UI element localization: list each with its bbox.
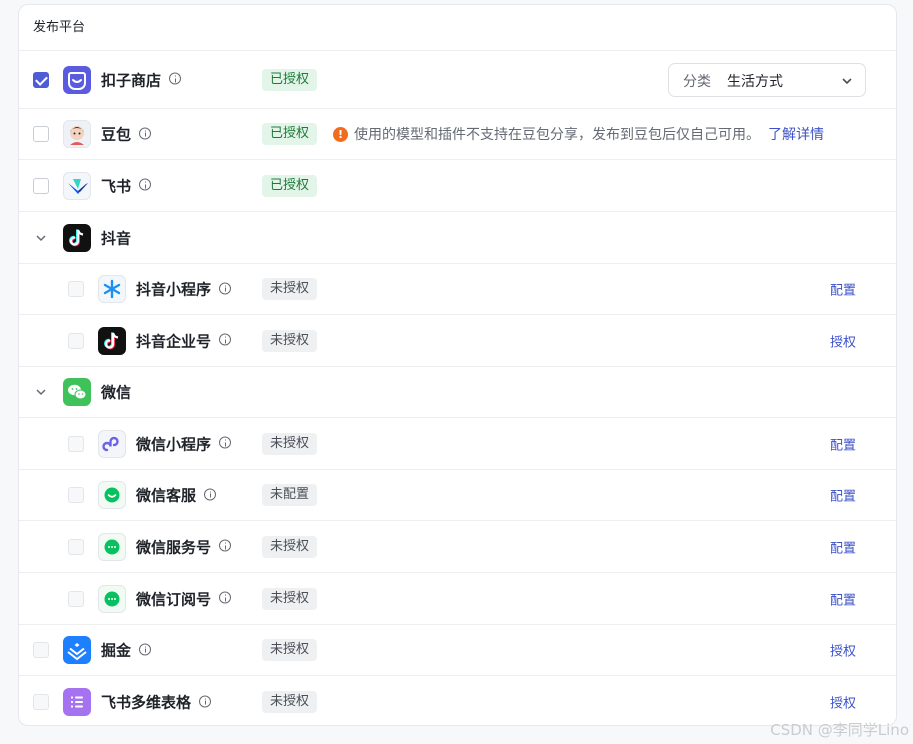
platform-name: 微信客服 xyxy=(136,485,217,506)
status-badge: 未授权 xyxy=(262,329,318,352)
status-badge: 未授权 xyxy=(262,535,318,558)
bitable-logo-icon xyxy=(63,688,91,716)
category-select-value: 生活方式 xyxy=(727,73,783,90)
douyin-miniapp-logo-icon xyxy=(98,275,126,303)
platform-name: 微信小程序 xyxy=(136,433,232,454)
platform-row-doubao: 豆包 已授权 ! 使用的模型和插件不支持在豆包分享，发布到豆包后仅自己可用。 了解详… xyxy=(19,109,896,160)
info-icon[interactable] xyxy=(139,178,152,191)
bitable-checkbox[interactable] xyxy=(33,694,49,710)
doubao-logo-icon xyxy=(63,120,91,148)
douyin-logo-icon xyxy=(98,326,126,355)
wechat-miniapp-logo-icon xyxy=(98,429,126,458)
wechat-subscription-checkbox[interactable] xyxy=(68,590,84,607)
warning-text: 使用的模型和插件不支持在豆包分享，发布到豆包后仅自己可用。 xyxy=(354,127,760,143)
platform-row-douyin-miniapp: 抖音小程序 未授权 配置 xyxy=(19,264,896,315)
configure-button[interactable]: 配置 xyxy=(830,434,856,453)
status-badge: 未授权 xyxy=(262,587,318,610)
douyin-miniapp-checkbox[interactable] xyxy=(68,281,84,297)
info-icon[interactable] xyxy=(139,127,152,139)
info-icon[interactable] xyxy=(219,591,232,604)
platform-name: 扣子商店 xyxy=(101,69,182,90)
chevron-down-icon[interactable] xyxy=(35,386,47,398)
watermark: CSDN @李同学Lino xyxy=(770,721,909,739)
platform-group-douyin[interactable]: 抖音 xyxy=(19,212,896,264)
platform-row-store: 扣子商店 已授权 分类 生活方式 xyxy=(19,51,896,109)
store-checkbox[interactable] xyxy=(33,71,49,88)
platform-row-douyin-enterprise: 抖音企业号 未授权 授权 xyxy=(19,315,896,367)
platform-name: 抖音小程序 xyxy=(136,279,232,300)
platform-name: 微信服务号 xyxy=(136,536,232,557)
douyin-logo-icon xyxy=(63,223,91,252)
doubao-warning: ! 使用的模型和插件不支持在豆包分享，发布到豆包后仅自己可用。 了解详情 xyxy=(333,124,824,144)
info-icon[interactable] xyxy=(219,539,232,552)
kouzi-store-logo-icon xyxy=(63,65,91,94)
doubao-checkbox[interactable] xyxy=(33,126,49,142)
juejin-logo-icon xyxy=(63,636,91,664)
wechat-miniapp-checkbox[interactable] xyxy=(68,435,84,452)
wechat-official-service-checkbox[interactable] xyxy=(68,538,84,555)
wechat-service-checkbox[interactable] xyxy=(68,487,84,503)
feishu-logo-icon xyxy=(63,171,91,200)
status-badge: 未授权 xyxy=(262,432,318,455)
feishu-checkbox[interactable] xyxy=(33,177,49,194)
status-badge: 未授权 xyxy=(262,278,318,300)
platform-name: 微信订阅号 xyxy=(136,588,232,609)
platform-row-wechat-official-service: 微信服务号 未授权 配置 xyxy=(19,521,896,573)
authorize-button[interactable]: 授权 xyxy=(830,331,856,350)
platform-row-feishu: 飞书 已授权 xyxy=(19,160,896,212)
configure-button[interactable]: 配置 xyxy=(830,280,856,299)
platform-group-wechat[interactable]: 微信 xyxy=(19,367,896,418)
status-badge: 未配置 xyxy=(262,484,318,506)
chevron-down-icon[interactable] xyxy=(35,232,47,244)
platform-row-juejin: 掘金 未授权 授权 xyxy=(19,625,896,676)
info-icon[interactable] xyxy=(139,643,152,655)
platform-name: 微信 xyxy=(101,383,132,402)
platform-name: 抖音 xyxy=(101,229,132,247)
wechat-logo-icon xyxy=(63,378,91,406)
authorize-button[interactable]: 授权 xyxy=(830,693,856,712)
info-icon[interactable] xyxy=(169,72,182,85)
info-icon[interactable] xyxy=(199,695,212,707)
configure-button[interactable]: 配置 xyxy=(830,486,856,505)
learn-more-link[interactable]: 了解详情 xyxy=(768,127,824,143)
status-badge: 未授权 xyxy=(262,639,318,661)
status-badge: 已授权 xyxy=(262,68,318,91)
status-badge: 未授权 xyxy=(262,691,318,713)
category-select-label: 分类 xyxy=(683,73,711,90)
juejin-checkbox[interactable] xyxy=(33,642,49,658)
platform-name: 豆包 xyxy=(101,124,152,145)
wechat-service-account-logo-icon xyxy=(98,532,126,561)
platform-row-wechat-miniapp: 微信小程序 未授权 配置 xyxy=(19,418,896,470)
authorize-button[interactable]: 授权 xyxy=(830,641,856,660)
wechat-subscription-logo-icon xyxy=(98,584,126,613)
publish-platform-panel: 发布平台 扣子商店 已授权 分类 生活方式 豆包 已授权 ! 使用的模型和插件不… xyxy=(18,4,897,726)
configure-button[interactable]: 配置 xyxy=(830,589,856,608)
info-icon[interactable] xyxy=(219,282,232,294)
configure-button[interactable]: 配置 xyxy=(830,537,856,556)
info-icon[interactable] xyxy=(219,436,232,449)
platform-row-bitable: 飞书多维表格 未授权 授权 xyxy=(19,676,896,725)
category-select[interactable]: 分类 生活方式 xyxy=(668,62,866,97)
platform-row-wechat-service: 微信客服 未配置 配置 xyxy=(19,470,896,521)
status-badge: 已授权 xyxy=(262,123,318,145)
warning-icon: ! xyxy=(333,126,348,142)
platform-name: 飞书多维表格 xyxy=(101,692,212,713)
platform-name: 飞书 xyxy=(101,175,152,196)
platform-name: 掘金 xyxy=(101,640,152,661)
wechat-kefu-logo-icon xyxy=(98,481,126,509)
platform-name: 抖音企业号 xyxy=(136,330,232,351)
info-icon[interactable] xyxy=(219,333,232,346)
platform-row-wechat-subscription: 微信订阅号 未授权 配置 xyxy=(19,573,896,625)
panel-title: 发布平台 xyxy=(19,5,896,51)
douyin-enterprise-checkbox[interactable] xyxy=(68,332,84,349)
chevron-down-icon xyxy=(842,77,852,84)
info-icon[interactable] xyxy=(204,488,217,500)
status-badge: 已授权 xyxy=(262,174,318,197)
